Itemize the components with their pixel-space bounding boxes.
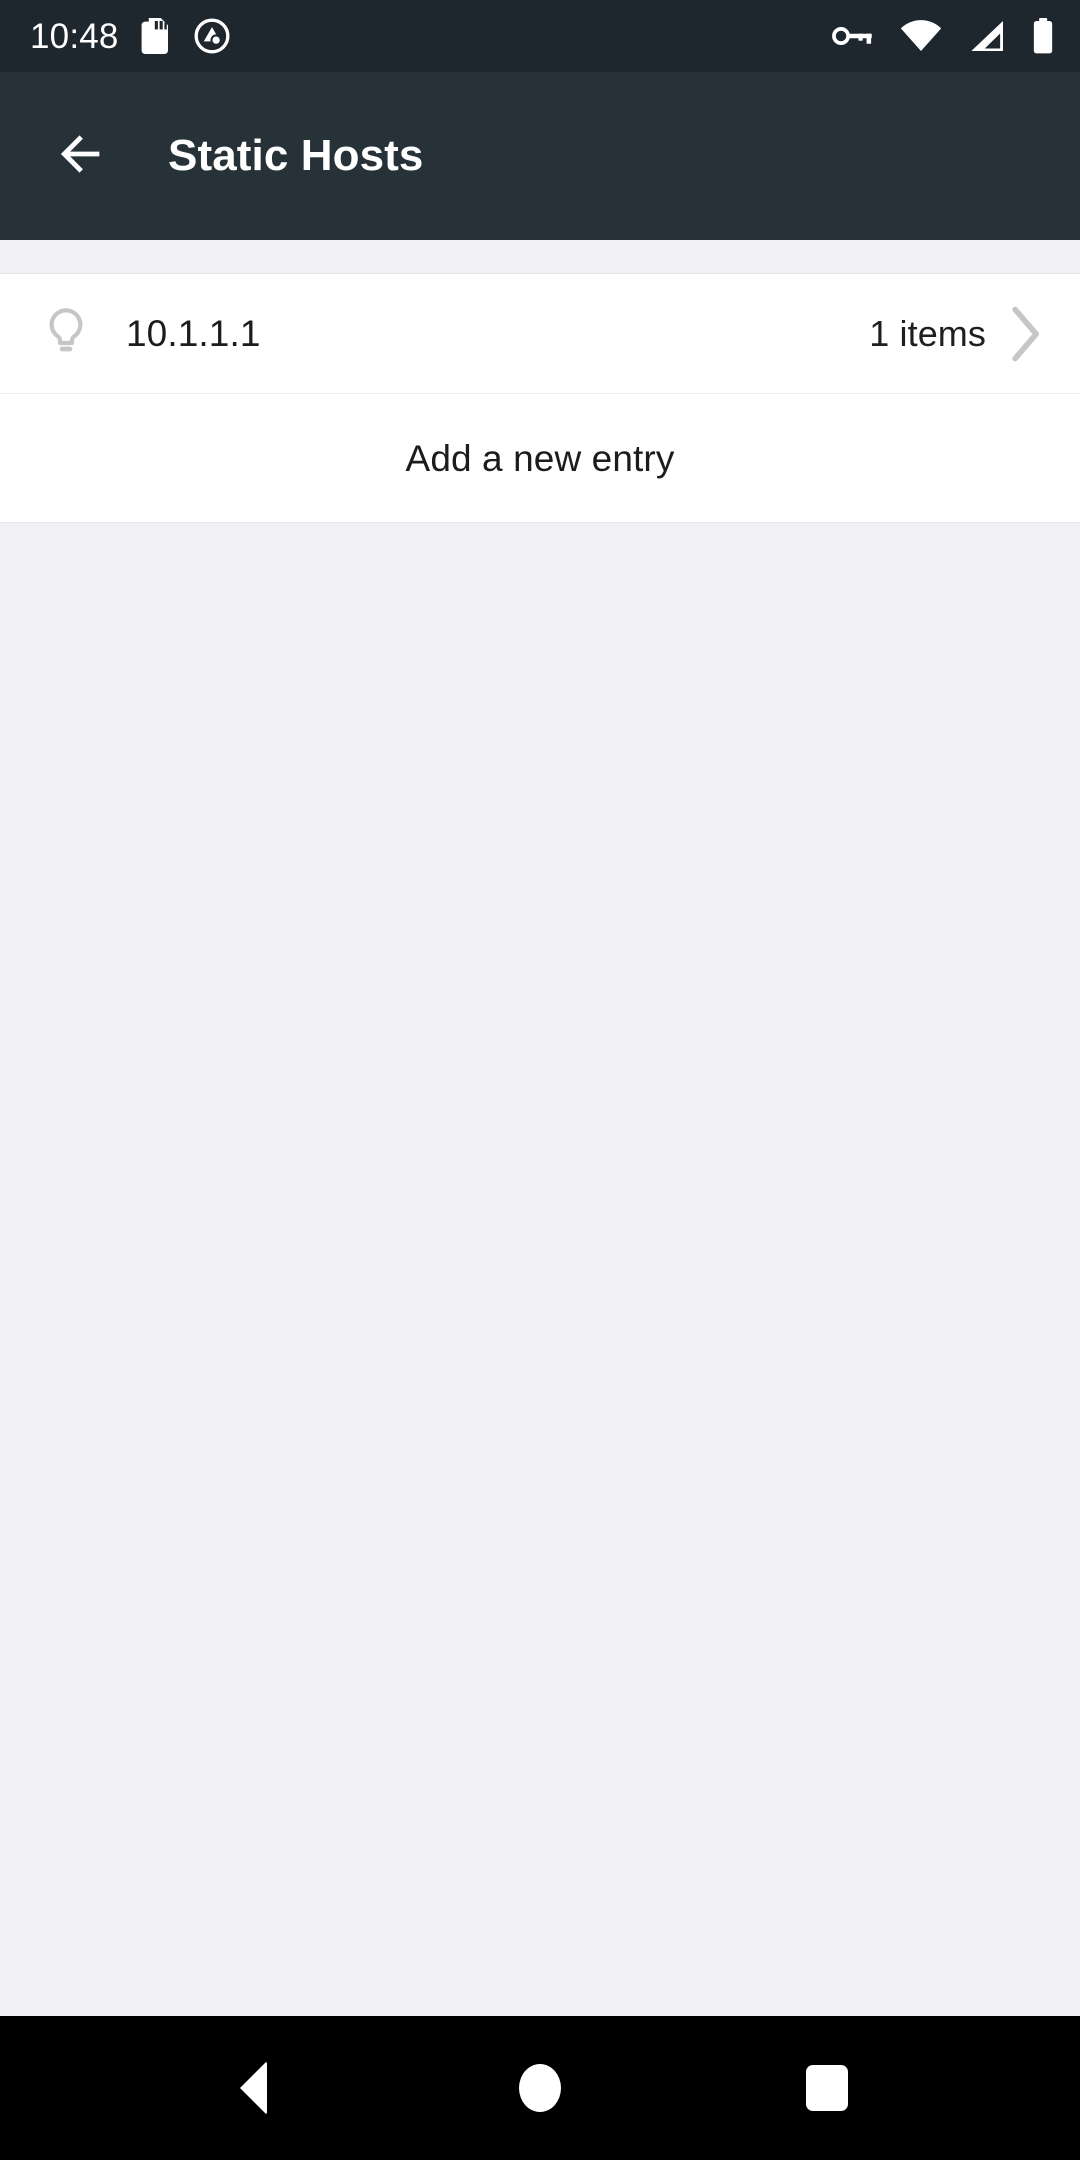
add-new-entry-button[interactable]: Add a new entry — [0, 394, 1080, 522]
sd-card-icon — [141, 18, 171, 54]
status-bar: 10:48 — [0, 0, 1080, 72]
nav-back-button[interactable] — [193, 2028, 313, 2148]
empty-space — [0, 523, 1080, 2016]
nav-home-button[interactable] — [480, 2028, 600, 2148]
list-item[interactable]: 10.1.1.1 1 items — [0, 274, 1080, 394]
back-button[interactable] — [44, 120, 116, 192]
vpn-key-icon — [832, 23, 874, 49]
battery-icon — [1032, 18, 1054, 54]
status-bar-left: 10:48 — [30, 17, 231, 55]
host-item-count: 1 items — [869, 312, 986, 354]
arrow-left-icon — [51, 125, 109, 188]
app-bar: Static Hosts — [0, 72, 1080, 240]
lightbulb-icon — [38, 306, 94, 362]
adguard-logo-icon — [193, 17, 231, 55]
wifi-icon — [900, 20, 942, 52]
chevron-right-icon — [996, 306, 1054, 362]
nav-recents-button[interactable] — [767, 2028, 887, 2148]
recents-square-icon — [805, 2065, 848, 2111]
cellular-signal-icon — [968, 20, 1006, 52]
host-name: 10.1.1.1 — [126, 313, 261, 354]
page-title: Static Hosts — [168, 131, 424, 180]
content-area: 10.1.1.1 1 items Add a new entry — [0, 240, 1080, 2016]
system-navigation-bar — [0, 2016, 1080, 2160]
back-triangle-icon — [239, 2061, 267, 2115]
hosts-card: 10.1.1.1 1 items Add a new entry — [0, 273, 1080, 523]
status-bar-clock: 10:48 — [30, 16, 119, 56]
top-spacer — [0, 240, 1080, 273]
status-bar-right — [832, 18, 1054, 54]
add-new-entry-label: Add a new entry — [405, 437, 675, 479]
phone-screen: 10:48 Static Hosts 10.1.1.1 1 items Add … — [0, 0, 1080, 2160]
home-circle-icon — [518, 2064, 561, 2112]
